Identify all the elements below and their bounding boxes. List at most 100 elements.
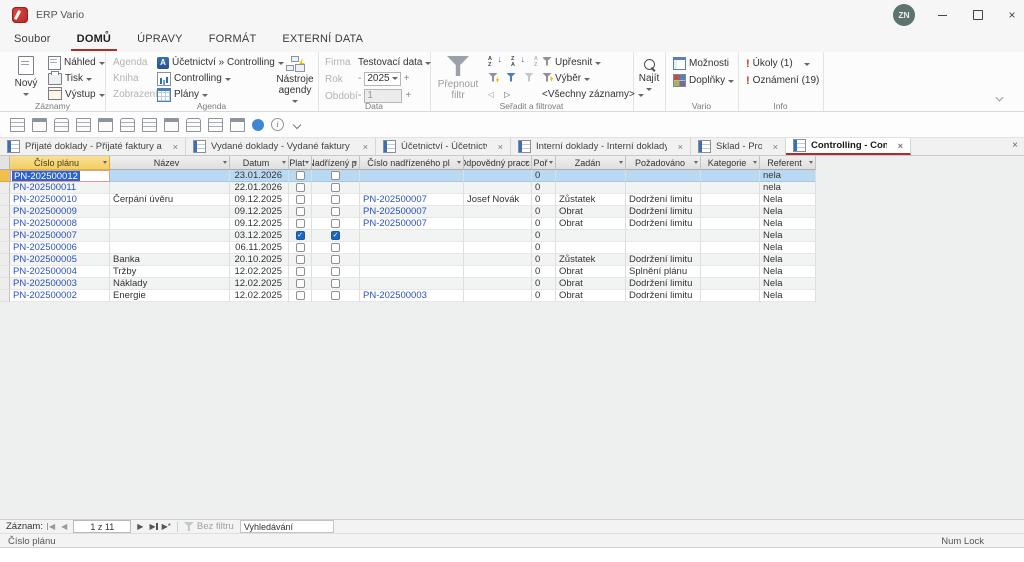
order-cell[interactable]: 0 [532,206,556,218]
active-edit-cell[interactable]: PN-202500012 [10,170,110,182]
referent-cell[interactable]: Nela [760,206,816,218]
home-icon[interactable] [54,118,69,132]
year-stepper[interactable]: - 2025 + [358,71,409,86]
sort-asc-button[interactable]: AZ↓ [488,57,502,68]
date-cell[interactable]: 06.11.2025 [230,242,289,254]
checkbox-unchecked[interactable] [331,243,340,252]
checkbox-unchecked[interactable] [296,207,305,216]
year-plus-button[interactable]: + [404,73,410,84]
order-cell[interactable]: 0 [532,182,556,194]
card-file-icon[interactable] [98,118,113,132]
entered-cell[interactable]: Obrat [556,266,626,278]
row-selector[interactable] [0,278,10,290]
tab-close-icon[interactable]: × [672,142,683,152]
plan-number-link[interactable]: PN-202500005 [10,254,110,266]
checkbox-unchecked[interactable] [296,183,305,192]
entered-cell[interactable]: Obrat [556,206,626,218]
entered-cell[interactable] [556,242,626,254]
output-button[interactable]: Výstup [48,87,105,102]
parent-plan-link[interactable] [360,278,464,290]
checkbox-unchecked[interactable] [296,291,305,300]
plan-number-link[interactable]: PN-202500002 [10,290,110,302]
table-row-9[interactable]: PN-202500004Tržby12.02.20250ObratSplnění… [0,266,816,278]
zobrazeni-select[interactable]: Plány [157,87,208,102]
entered-cell[interactable]: Obrat [556,218,626,230]
required-cell[interactable]: Dodržení limitu [626,290,701,302]
column-dropdown-icon[interactable] [619,161,623,166]
date-cell[interactable]: 09.12.2025 [230,206,289,218]
table-row-8[interactable]: PN-202500005Banka20.10.20250ZůstatekDodr… [0,254,816,266]
table-row-7[interactable]: PN-20250000606.11.20250Nela [0,242,816,254]
date-cell[interactable]: 12.02.2025 [230,266,289,278]
tab-close-icon[interactable]: × [167,142,178,152]
parent-plan-link[interactable] [360,170,464,182]
tab-close-icon[interactable]: × [892,141,903,151]
plan-number-link[interactable]: PN-202500011 [10,182,110,194]
options-button[interactable]: Možnosti [673,56,729,71]
kniha-select[interactable]: Controlling [157,71,231,86]
category-cell[interactable] [701,206,760,218]
menu-item-extern-data[interactable]: EXTERNÍ DATA [276,30,369,49]
tabbar-close-icon[interactable]: × [1012,140,1018,151]
responsible-cell[interactable] [464,230,532,242]
row-selector[interactable] [0,254,10,266]
parent-plan-link[interactable] [360,254,464,266]
order-cell[interactable]: 0 [532,278,556,290]
chevron-down-icon[interactable] [291,119,304,131]
period-plus-button[interactable]: + [405,90,411,101]
plan-number-link[interactable]: PN-202500006 [10,242,110,254]
new-record-button[interactable]: Nový [9,54,43,102]
row-selector[interactable] [0,194,10,206]
filter-add-icon-button[interactable] [506,73,516,85]
picture-icon[interactable] [10,118,25,132]
sort-desc-button[interactable]: ZA↓ [511,57,525,68]
entered-cell[interactable]: Obrat [556,278,626,290]
checkbox-unchecked[interactable] [296,195,305,204]
category-cell[interactable] [701,230,760,242]
date-cell[interactable]: 12.02.2025 [230,290,289,302]
record-position-input[interactable]: 1 z 11 [73,520,131,533]
entered-cell[interactable]: Zůstatek [556,194,626,206]
responsible-cell[interactable] [464,170,532,182]
parent-plan-link[interactable] [360,242,464,254]
row-selector[interactable] [0,242,10,254]
name-cell[interactable] [110,230,230,242]
table-row-2[interactable]: PN-20250001122.01.20260nela [0,182,816,194]
responsible-cell[interactable] [464,254,532,266]
menu-item-soubor[interactable]: Soubor [8,30,57,49]
column-header-10[interactable]: Požadováno [626,156,701,170]
previous-record-arrow[interactable]: ◁ [488,90,494,99]
category-cell[interactable] [701,290,760,302]
column-dropdown-icon[interactable] [305,161,309,166]
referent-cell[interactable]: nela [760,182,816,194]
column-dropdown-icon[interactable] [282,161,286,166]
entered-cell[interactable] [556,182,626,194]
print-button[interactable]: Tisk [48,71,92,86]
name-cell[interactable] [110,182,230,194]
plan-number-link[interactable]: PN-202500003 [10,278,110,290]
info-icon[interactable]: i [271,118,284,131]
name-cell[interactable] [110,242,230,254]
period-minus-button[interactable]: - [358,90,361,101]
referent-cell[interactable]: Nela [760,230,816,242]
date-cell[interactable]: 03.12.2025 [230,230,289,242]
name-cell[interactable] [110,206,230,218]
column-header-11[interactable]: Kategorie [701,156,760,170]
required-cell[interactable] [626,242,701,254]
doc-tab-4[interactable]: Interní doklady - Interní doklady - osta… [511,138,691,155]
order-cell[interactable]: 0 [532,230,556,242]
user-avatar[interactable]: ZN [893,4,915,26]
toggle-filter-button[interactable]: Přepnoutfiltr [436,54,480,101]
sync-blue-icon[interactable] [252,119,264,131]
column-dropdown-icon[interactable] [457,161,461,166]
referent-cell[interactable]: Nela [760,254,816,266]
order-cell[interactable]: 0 [532,218,556,230]
parent-plan-link[interactable] [360,230,464,242]
open-folder-icon[interactable] [120,118,135,132]
doc-tab-1[interactable]: Přijaté doklady - Přijaté faktury a dobr… [0,138,186,155]
last-record-button[interactable]: ▶ [149,522,155,531]
column-header-3[interactable]: Datum [230,156,289,170]
parent-plan-link[interactable]: PN-202500003 [360,290,464,302]
order-cell[interactable]: 0 [532,194,556,206]
required-cell[interactable] [626,182,701,194]
